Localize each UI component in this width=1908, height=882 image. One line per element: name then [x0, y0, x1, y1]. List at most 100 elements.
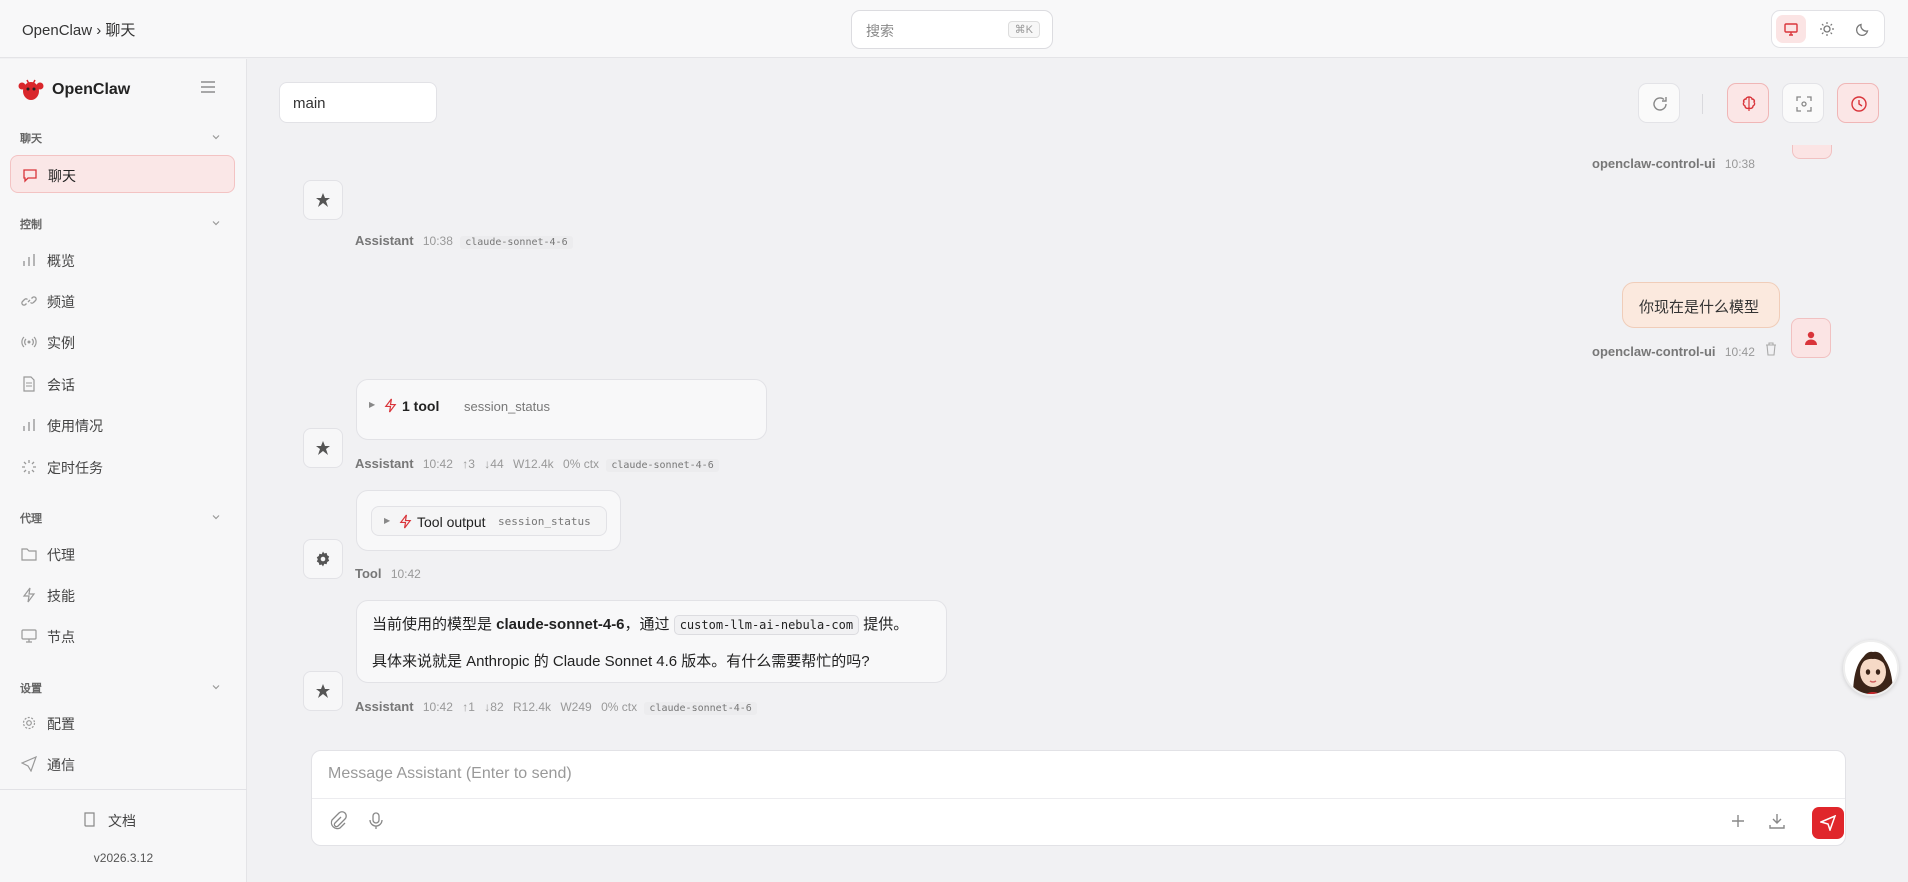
tokens-write: W249 — [560, 700, 592, 714]
sidebar-item-channels[interactable]: 频道 — [10, 282, 235, 320]
lobster-logo-icon — [18, 79, 44, 100]
refresh-button[interactable] — [1638, 83, 1680, 123]
sidebar-item-usage[interactable]: 使用情况 — [10, 406, 235, 444]
sidebar-item-agents[interactable]: 代理 — [10, 535, 235, 573]
tokens-up: ↑3 — [462, 457, 475, 471]
message-composer[interactable]: Message Assistant (Enter to send) — [311, 750, 1846, 846]
trash-icon[interactable] — [1764, 342, 1778, 356]
tool-name: session_status — [464, 399, 550, 414]
send-button[interactable] — [1812, 807, 1844, 839]
tokens-down: ↓82 — [484, 700, 504, 714]
sidebar-item-instances[interactable]: 实例 — [10, 323, 235, 361]
chat-bubble-icon — [23, 169, 37, 183]
sidebar-item-label: 配置 — [47, 716, 75, 732]
sidebar-item-label: 会话 — [47, 377, 75, 393]
theme-switcher — [1771, 10, 1885, 48]
star-icon — [316, 684, 330, 698]
sidebar-item-overview[interactable]: 概览 — [10, 241, 235, 279]
sender-name: Assistant — [355, 699, 414, 714]
sidebar-item-label: 概览 — [47, 253, 75, 269]
tool-output-summary[interactable]: ▶ Tool output session_status — [371, 506, 607, 536]
message-meta: Assistant 10:42 ↑3 ↓44 W12.4k 0% ctx cla… — [355, 456, 719, 472]
message-input[interactable]: Message Assistant (Enter to send) — [328, 765, 572, 783]
clock-icon — [1851, 96, 1867, 112]
loader-icon — [22, 460, 36, 474]
theme-system-button[interactable] — [1776, 15, 1806, 43]
sidebar-item-label: 代理 — [47, 547, 75, 563]
bolt-icon — [22, 587, 36, 603]
assistant-avatar — [303, 671, 343, 711]
history-button[interactable] — [1837, 83, 1879, 123]
sidebar-item-label: 聊天 — [48, 168, 76, 184]
microphone-icon[interactable] — [366, 811, 386, 831]
sender-name: Assistant — [355, 233, 414, 248]
sidebar-collapse-button[interactable] — [200, 80, 220, 98]
theme-dark-button[interactable] — [1848, 15, 1878, 43]
chevron-down-icon[interactable] — [210, 681, 222, 693]
message-time: 10:42 — [422, 700, 453, 714]
user-message-bubble: 你现在是什么模型 — [1622, 282, 1780, 328]
sidebar-item-config[interactable]: 配置 — [10, 704, 235, 742]
assistant-message-bubble: 当前使用的模型是 claude-sonnet-4-6，通过 custom-llm… — [356, 600, 947, 683]
search-shortcut: ⌘K — [1007, 21, 1040, 38]
session-value: main — [293, 95, 326, 112]
focus-mode-button[interactable] — [1782, 83, 1824, 123]
sidebar-item-chat[interactable]: 聊天 — [10, 155, 235, 193]
caret-right-icon: ▶ — [384, 516, 391, 525]
message-text: 你现在是什么模型 — [1639, 299, 1760, 316]
star-icon — [316, 441, 330, 455]
tool-call-bubble: ▶ 1 tool session_status — [356, 379, 767, 440]
plus-icon[interactable] — [1728, 811, 1748, 831]
tool-name: session_status — [498, 515, 591, 528]
sidebar-item-cron[interactable]: 定时任务 — [10, 448, 235, 486]
chevron-down-icon[interactable] — [210, 511, 222, 523]
section-control: 控制 — [20, 219, 42, 231]
message-time: 10:42 — [422, 457, 453, 471]
user-avatar — [1791, 318, 1831, 358]
user-avatar — [1792, 145, 1832, 159]
focus-icon — [1796, 96, 1812, 112]
moon-icon — [1855, 23, 1869, 37]
message-time: 10:38 — [422, 234, 453, 248]
session-select[interactable]: main — [279, 82, 437, 123]
sidebar-item-skills[interactable]: 技能 — [10, 576, 235, 614]
text-segment: ，通过 — [624, 616, 674, 633]
tokens-read: R12.4k — [512, 700, 552, 714]
star-icon — [316, 193, 330, 207]
theme-light-button[interactable] — [1812, 15, 1842, 43]
chevron-down-icon[interactable] — [210, 217, 222, 229]
version-label: v2026.3.12 — [93, 851, 154, 865]
thinking-toggle-button[interactable] — [1727, 83, 1769, 123]
divider — [312, 798, 1845, 799]
sender-name: openclaw-control-ui — [1592, 156, 1716, 171]
bolt-icon — [399, 514, 412, 529]
tokens-down: ↓44 — [484, 457, 504, 471]
message-line-2: 具体来说就是 Anthropic 的 Claude Sonnet 4.6 版本。… — [372, 653, 870, 670]
sidebar-item-label: 节点 — [47, 629, 75, 645]
sidebar-item-label: 定时任务 — [47, 460, 103, 476]
sidebar-item-label: 频道 — [47, 294, 75, 310]
divider — [1702, 94, 1703, 114]
sidebar-item-sessions[interactable]: 会话 — [10, 365, 235, 403]
tool-summary[interactable]: ▶ 1 tool session_status — [357, 391, 657, 421]
sidebar-item-label: 通信 — [47, 757, 75, 773]
download-icon[interactable] — [1767, 811, 1787, 831]
context-usage: 0% ctx — [601, 700, 638, 714]
paperclip-icon[interactable] — [328, 811, 348, 831]
text-segment: 当前使用的模型是 — [372, 616, 497, 633]
docs-label: 文档 — [108, 813, 136, 829]
book-icon — [84, 812, 95, 827]
tool-count: 1 tool — [402, 398, 440, 414]
assistant-character-avatar[interactable] — [1843, 640, 1899, 696]
tokens-up: ↑1 — [462, 700, 475, 714]
message-meta: openclaw-control-ui 10:38 — [1592, 156, 1755, 171]
sidebar-item-nodes[interactable]: 节点 — [10, 617, 235, 655]
sender-name: Assistant — [355, 456, 414, 471]
provider-code: custom-llm-ai-nebula-com — [673, 615, 860, 635]
caret-right-icon: ▶ — [369, 400, 376, 409]
sidebar: OpenClaw 聊天 聊天 控制 概览 频道 实例 会话 使用情况 定时任务 … — [0, 59, 247, 882]
search-box[interactable]: 搜索 ⌘K — [851, 10, 1053, 49]
sidebar-item-comms[interactable]: 通信 — [10, 745, 235, 783]
brand-name: OpenClaw — [52, 81, 131, 98]
chevron-down-icon[interactable] — [210, 131, 222, 143]
